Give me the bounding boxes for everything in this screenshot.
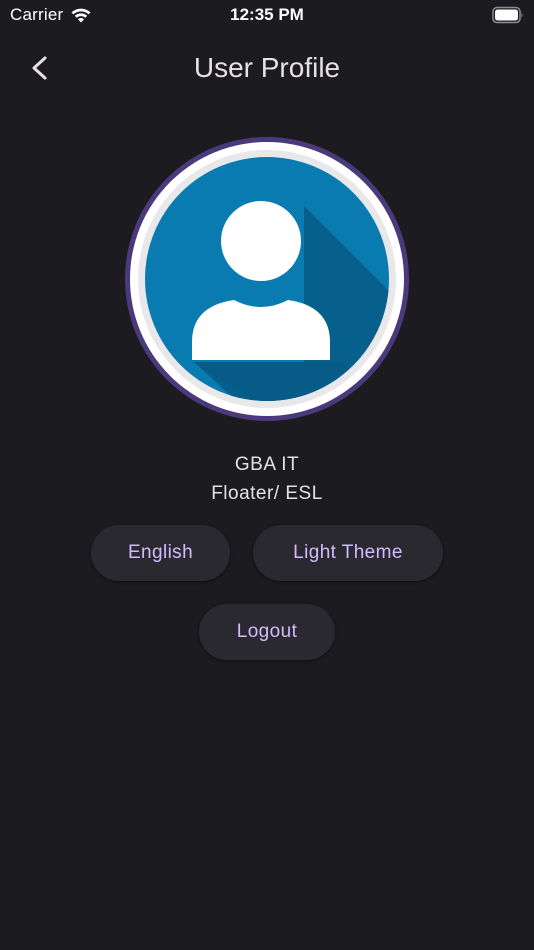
language-button[interactable]: English	[91, 525, 230, 581]
user-avatar-icon[interactable]	[124, 136, 410, 422]
logout-button[interactable]: Logout	[199, 604, 335, 660]
theme-toggle-button[interactable]: Light Theme	[253, 525, 443, 581]
battery-icon	[492, 6, 523, 24]
app-bar: User Profile	[0, 40, 534, 98]
user-role: Floater/ ESL	[211, 483, 323, 504]
status-bar: Carrier 12:35 PM	[0, 0, 534, 32]
page-title: User Profile	[193, 52, 341, 83]
clock: 12:35 PM	[230, 5, 304, 24]
user-name: GBA IT	[234, 454, 300, 475]
